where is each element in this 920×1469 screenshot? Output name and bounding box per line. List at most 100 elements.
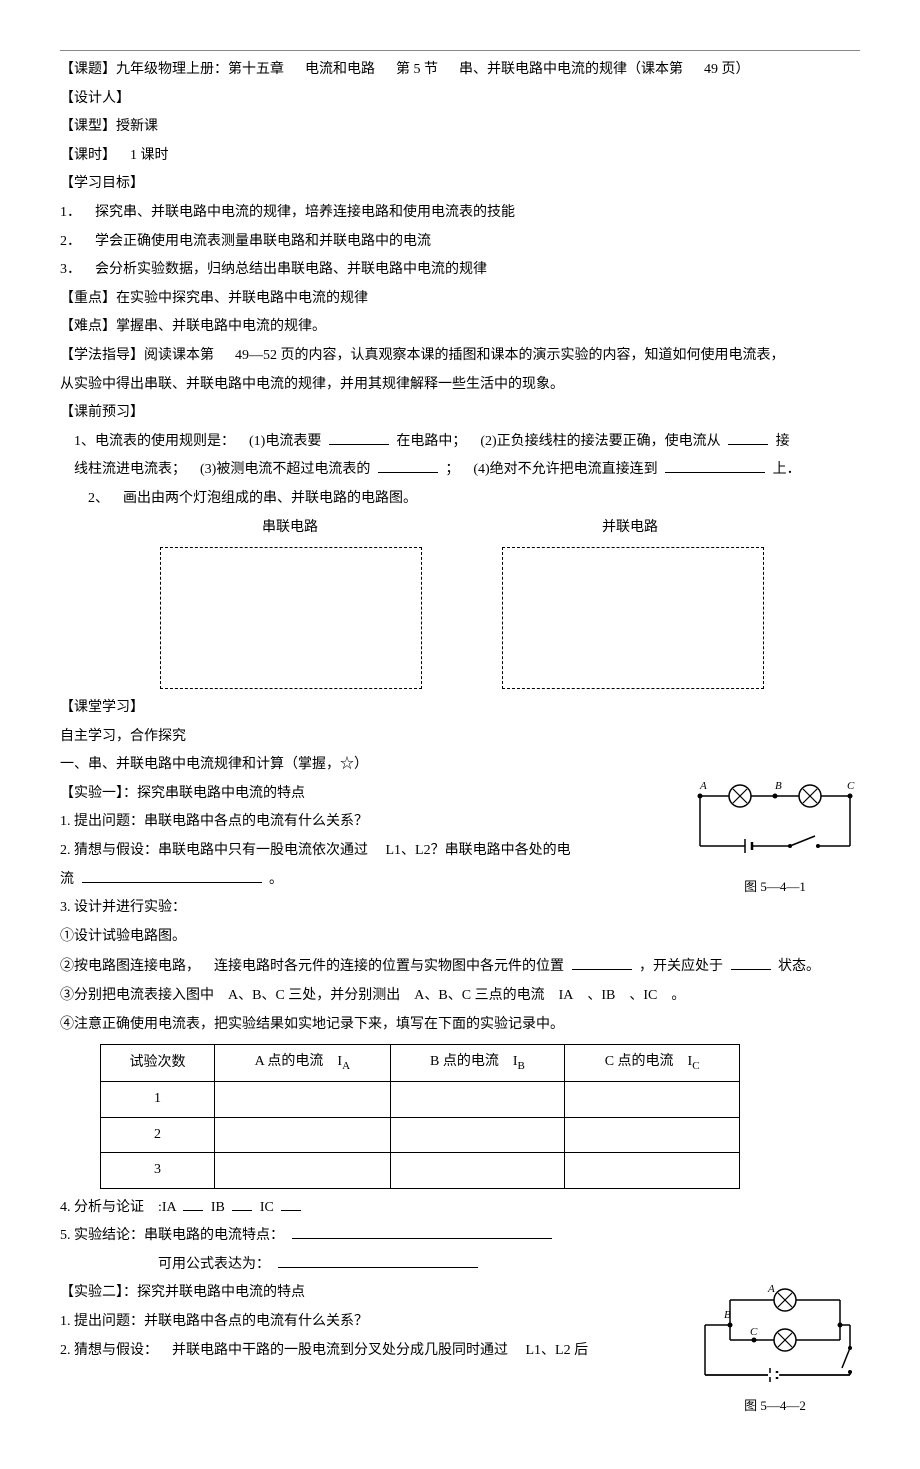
classroom-label: 【课堂学习】: [60, 695, 860, 722]
method-b: 从实验中得出串联、并联电路中电流的规律，并用其规律解释一些生活中的现象。: [60, 372, 860, 399]
blank-switch: [731, 955, 771, 970]
fig1-caption: 图 5—4—1: [690, 875, 860, 900]
cell: [215, 1153, 391, 1189]
blank-q1-2: [728, 430, 768, 445]
designer-line: 【设计人】: [60, 86, 860, 113]
e1-2c: 流: [60, 872, 74, 887]
parallel-label: 并联电路: [500, 515, 760, 542]
table-row: 1: [101, 1081, 740, 1117]
cell-r3: 3: [101, 1153, 215, 1189]
th-ia: A 点的电流 IA: [215, 1045, 391, 1082]
e1-4a: 4. 分析与论证 :IA: [60, 1200, 176, 1215]
objective-3: 3． 会分析实验数据，归纳总结出串联电路、并联电路中电流的规律: [60, 257, 860, 284]
th-ib-sub: B: [518, 1060, 525, 1072]
th-ib-text: B 点的电流 I: [430, 1054, 518, 1069]
e1-2a: 2. 猜想与假设：串联电路中只有一股电流依次通过: [60, 843, 368, 858]
table-row: 3: [101, 1153, 740, 1189]
cell: [565, 1117, 740, 1153]
e1-5b-text: 可用公式表达为：: [158, 1257, 270, 1272]
th-ia-text: A 点的电流 I: [255, 1054, 343, 1069]
preview-q1-line2: 线柱流进电流表； (3)被测电流不超过电流表的 ； (4)绝对不允许把电流直接连…: [60, 457, 860, 484]
experiment-table: 试验次数 A 点的电流 IA B 点的电流 IB C 点的电流 IC 1 2 3: [100, 1044, 740, 1188]
lesson-type-line: 【课型】授新课: [60, 114, 860, 141]
preview-q1-line1: 1、电流表的使用规则是： (1)电流表要 在电路中； (2)正负接线柱的接法要正…: [60, 429, 860, 456]
th-ib: B 点的电流 IB: [390, 1045, 565, 1082]
parallel-circuit-icon: B A C: [690, 1280, 860, 1390]
blank-e1-flow: [82, 868, 262, 883]
e1-4b: IB: [211, 1200, 225, 1215]
q1-text-a: 1、电流表的使用规则是： (1)电流表要: [74, 434, 321, 449]
q1-text-c: 接: [776, 434, 790, 449]
diagram-labels: 串联电路 并联电路: [160, 515, 860, 542]
th-ic-text: C 点的电流 I: [605, 1054, 693, 1069]
diagram-boxes: [160, 547, 860, 689]
parallel-diagram-box: [502, 547, 764, 689]
e1-3-2b: ，开关应处于: [639, 959, 723, 974]
series-label: 串联电路: [160, 515, 420, 542]
exp1-3-4: ④注意正确使用电流表，把实验结果如实地记录下来，填写在下面的实验记录中。: [60, 1012, 860, 1039]
e1-5a-text: 5. 实验结论：串联电路的电流特点：: [60, 1228, 284, 1243]
blank-q1-3: [378, 458, 438, 473]
objective-2: 2． 学会正确使用电流表测量串联电路和并联电路中的电流: [60, 229, 860, 256]
blank-q1-1: [329, 430, 389, 445]
figure-5-4-1: A B C 图 5—4—1: [690, 781, 860, 900]
objective-1: 1． 探究串、并联电路中电流的规律，培养连接电路和使用电流表的技能: [60, 200, 860, 227]
blank-formula: [278, 1253, 478, 1268]
classroom-sub1: 自主学习，合作探究: [60, 724, 860, 751]
key-point: 【重点】在实验中探究串、并联电路中电流的规律: [60, 286, 860, 313]
svg-text:A: A: [767, 1283, 775, 1295]
cell: [215, 1117, 391, 1153]
exp1-3-1: ①设计试验电路图。: [60, 924, 860, 951]
blank-position: [572, 955, 632, 970]
cell: [565, 1153, 740, 1189]
top-rule: [60, 50, 860, 51]
e2-2b: L1、L2 后: [526, 1343, 589, 1358]
objectives-label: 【学习目标】: [60, 171, 860, 198]
e1-3-2a: ②按电路图连接电路， 连接电路时各元件的连接的位置与实物图中各元件的位置: [60, 959, 564, 974]
blank-rel3: [281, 1196, 301, 1211]
exp1-5b: 可用公式表达为：: [60, 1252, 860, 1279]
e1-4c: IC: [260, 1200, 274, 1215]
q1-text-f: 上．: [773, 462, 801, 477]
section1-title: 一、串、并联电路中电流规律和计算（掌握，☆）: [60, 752, 860, 779]
method-a: 【学法指导】阅读课本第 49—52 页的内容，认真观察本课的插图和课本的演示实验…: [60, 343, 860, 370]
table-header-row: 试验次数 A 点的电流 IA B 点的电流 IB C 点的电流 IC: [101, 1045, 740, 1082]
th-ia-sub: A: [342, 1060, 350, 1072]
table-row: 2: [101, 1117, 740, 1153]
e1-2b: L1、L2？串联电路中各处的电: [386, 843, 571, 858]
exp1-4: 4. 分析与论证 :IA IB IC: [60, 1195, 860, 1222]
e1-3-2c: 状态。: [778, 959, 820, 974]
svg-text:B: B: [775, 781, 782, 792]
cell-r2: 2: [101, 1117, 215, 1153]
th-trial: 试验次数: [101, 1045, 215, 1082]
preview-label: 【课前预习】: [60, 400, 860, 427]
e1-2d: 。: [269, 872, 283, 887]
q1-text-d: 线柱流进电流表； (3)被测电流不超过电流表的: [74, 462, 370, 477]
cell: [390, 1117, 565, 1153]
e2-2a: 2. 猜想与假设： 并联电路中干路的一股电流到分叉处分成几股同时通过: [60, 1343, 508, 1358]
blank-q1-4: [665, 458, 765, 473]
series-diagram-box: [160, 547, 422, 689]
cell-r1: 1: [101, 1081, 215, 1117]
th-ic: C 点的电流 IC: [565, 1045, 740, 1082]
figure-5-4-2: B A C 图 5—4—2: [690, 1280, 860, 1419]
blank-rel2: [232, 1196, 252, 1211]
blank-conclusion: [292, 1224, 552, 1239]
preview-q2: 2、 画出由两个灯泡组成的串、并联电路的电路图。: [60, 486, 860, 513]
th-ic-sub: C: [692, 1060, 699, 1072]
blank-rel1: [183, 1196, 203, 1211]
periods-line: 【课时】 1 课时: [60, 143, 860, 170]
topic-line: 【课题】九年级物理上册：第十五章 电流和电路 第 5 节 串、并联电路中电流的规…: [60, 57, 860, 84]
svg-text:C: C: [750, 1326, 758, 1338]
exp1-3-3: ③分别把电流表接入图中 A、B、C 三处，并分别测出 A、B、C 三点的电流 I…: [60, 983, 860, 1010]
exp1-3-2: ②按电路图连接电路， 连接电路时各元件的连接的位置与实物图中各元件的位置 ，开关…: [60, 954, 860, 981]
cell: [390, 1081, 565, 1117]
exp1-5a: 5. 实验结论：串联电路的电流特点：: [60, 1223, 860, 1250]
q1-text-e: ； (4)绝对不允许把电流直接连到: [445, 462, 657, 477]
q1-text-b: 在电路中； (2)正负接线柱的接法要正确，使电流从: [396, 434, 720, 449]
cell: [390, 1153, 565, 1189]
fig2-caption: 图 5—4—2: [690, 1394, 860, 1419]
svg-text:C: C: [847, 781, 855, 792]
difficulty: 【难点】掌握串、并联电路中电流的规律。: [60, 314, 860, 341]
svg-text:A: A: [699, 781, 707, 792]
